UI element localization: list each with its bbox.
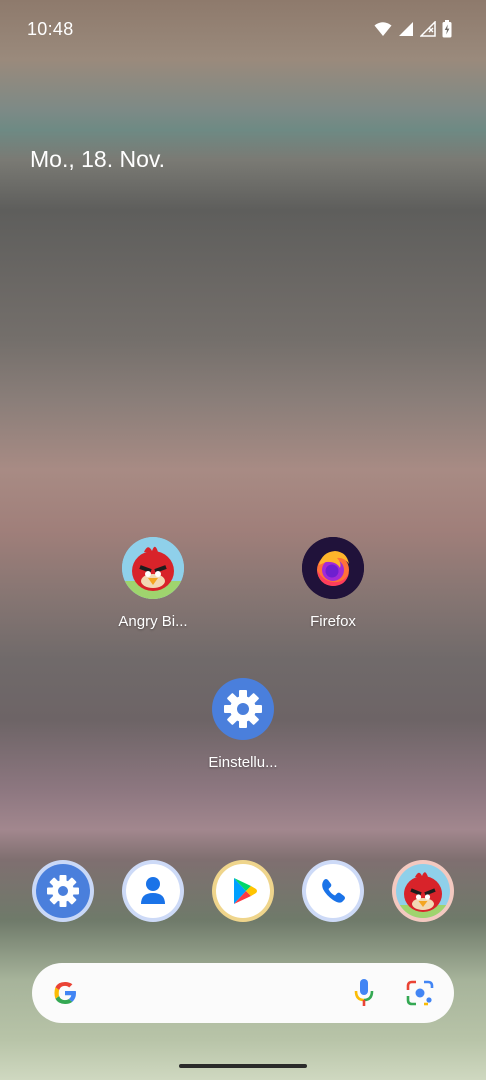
app-settings[interactable]: Einstellu...: [183, 678, 303, 771]
status-time: 10:48: [27, 19, 74, 39]
app-firefox[interactable]: Firefox: [273, 537, 393, 630]
settings-gear-icon: [212, 678, 274, 740]
status-icons: [374, 20, 452, 43]
signal-icon: [398, 21, 414, 42]
dock-phone-icon[interactable]: [302, 860, 364, 922]
status-bar: 10:48: [0, 0, 486, 60]
gesture-nav-handle[interactable]: [179, 1064, 307, 1068]
firefox-icon: [302, 537, 364, 599]
app-label: Firefox: [310, 613, 356, 630]
app-angry-birds[interactable]: Angry Bi...: [93, 537, 213, 630]
dock-angry-birds-icon[interactable]: [392, 860, 454, 922]
app-label: Einstellu...: [208, 754, 278, 771]
google-search-bar[interactable]: [32, 963, 454, 1023]
dock-contacts-icon[interactable]: [122, 860, 184, 922]
google-g-icon: [51, 979, 79, 1012]
microphone-icon[interactable]: [352, 978, 376, 1013]
angry-birds-icon: [122, 537, 184, 599]
google-lens-icon[interactable]: [405, 979, 435, 1012]
battery-charging-icon: [442, 20, 452, 43]
dock-play-store-icon[interactable]: [212, 860, 274, 922]
wifi-icon: [374, 21, 392, 42]
dock: [0, 860, 486, 922]
no-signal-icon: [419, 20, 436, 42]
app-label: Angry Bi...: [118, 613, 188, 630]
dock-settings-icon[interactable]: [32, 860, 94, 922]
date-widget[interactable]: Mo., 18. Nov.: [30, 146, 165, 173]
